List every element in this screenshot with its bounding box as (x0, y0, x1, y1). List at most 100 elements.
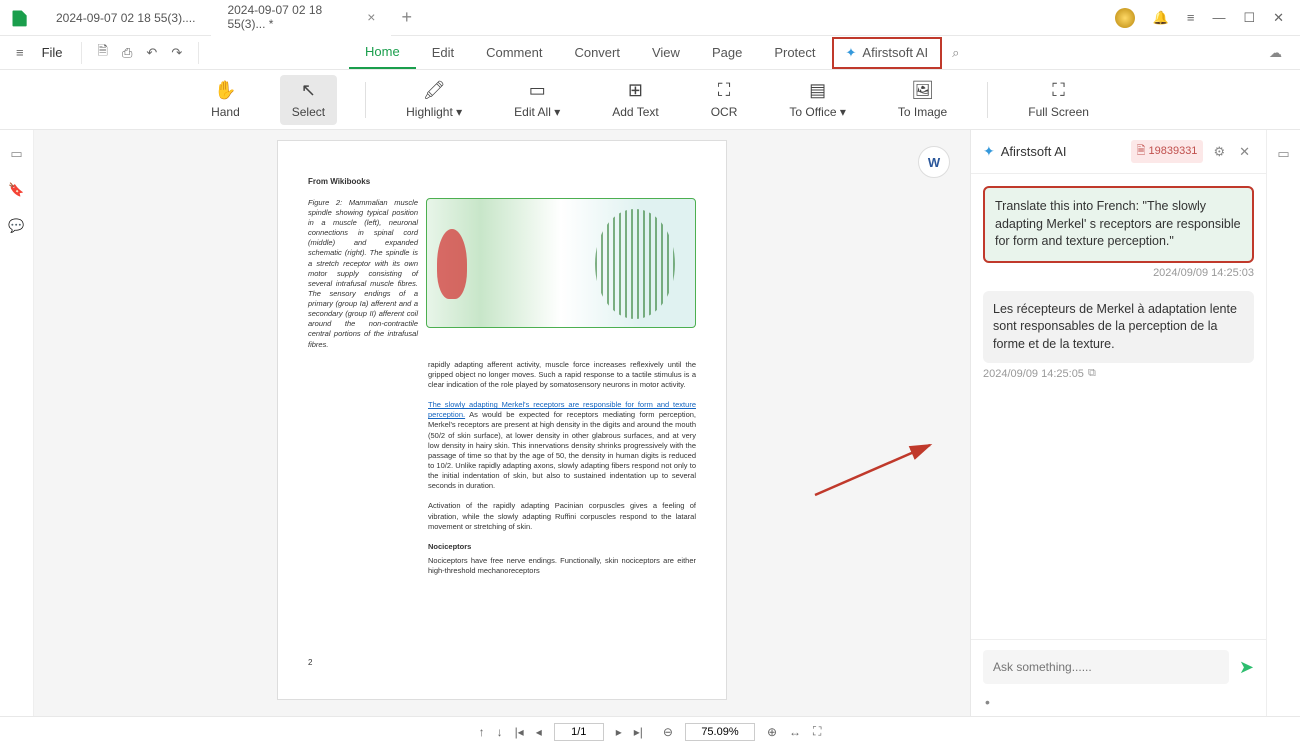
maximize-icon[interactable]: ☐ (1243, 10, 1255, 26)
figure-image (426, 198, 696, 328)
ai-messages: Translate this into French: "The slowly … (971, 174, 1266, 639)
close-panel-icon[interactable]: ✕ (1235, 144, 1254, 160)
divider (365, 82, 366, 118)
menu-edit[interactable]: Edit (416, 37, 470, 68)
sparkle-icon: ✦ (846, 45, 857, 61)
ai-panel-title: Afirstsoft AI (1001, 144, 1125, 159)
document-viewport[interactable]: From Wikibooks Figure 2: Mammalian muscl… (34, 130, 970, 716)
tool-to-office[interactable]: ▤To Office ▾ (777, 75, 858, 125)
redo-icon[interactable]: ↷ (171, 45, 182, 61)
hamburger-icon[interactable]: ≡ (1187, 10, 1195, 25)
next-page-icon[interactable]: ▸ (616, 725, 622, 739)
file-menu[interactable]: File (32, 45, 73, 60)
menu-page[interactable]: Page (696, 37, 758, 68)
cloud-icon[interactable]: ☁ (1269, 45, 1282, 61)
annotation-arrow (810, 440, 940, 500)
sparkle-icon: ✦ (983, 143, 995, 160)
tool-ocr[interactable]: ⛶OCR (699, 75, 750, 125)
thumbnail-icon[interactable]: ▭ (10, 146, 22, 162)
tab-1[interactable]: 2024-09-07 02 18 55(3).... (40, 3, 211, 33)
left-rail: ▭ 🔖 💬 (0, 130, 34, 716)
document-page: From Wikibooks Figure 2: Mammalian muscl… (277, 140, 727, 700)
text-icon: ⊞ (628, 81, 643, 101)
save-icon[interactable]: 🗎 (98, 42, 108, 64)
tab-2[interactable]: 2024-09-07 02 18 55(3)... * × (211, 0, 391, 41)
ai-balance-badge[interactable]: 🗎 19839331 (1131, 140, 1204, 163)
menu-hamburger-icon[interactable]: ≡ (8, 45, 32, 60)
scroll-down-icon[interactable]: ↓ (497, 725, 503, 739)
menu-comment[interactable]: Comment (470, 37, 558, 68)
edit-icon: ▭ (529, 81, 546, 101)
profile-icon[interactable] (1115, 8, 1135, 28)
zoom-out-icon[interactable]: ⊖ (663, 725, 673, 739)
right-rail: ▭ (1266, 130, 1300, 716)
menu-view[interactable]: View (636, 37, 696, 68)
scroll-up-icon[interactable]: ↑ (479, 725, 485, 739)
window-controls: 🔔 ≡ — ☐ ✕ (1115, 8, 1300, 28)
ai-input-row: ➤ (971, 639, 1266, 694)
print-icon[interactable]: ⎙ (122, 45, 132, 61)
app-logo (0, 0, 40, 36)
page-input[interactable] (554, 723, 604, 741)
close-icon[interactable]: ✕ (1273, 10, 1284, 26)
panel-toggle-icon[interactable]: ▭ (1277, 146, 1289, 162)
user-message: Translate this into French: "The slowly … (983, 186, 1254, 263)
menu-ai[interactable]: ✦ Afirstsoft AI (832, 37, 943, 69)
menu-convert[interactable]: Convert (558, 37, 636, 68)
bell-icon[interactable]: 🔔 (1153, 10, 1169, 26)
tool-hand[interactable]: ✋Hand (199, 75, 252, 125)
menubar: ≡ File 🗎 ⎙ ↶ ↷ Home Edit Comment Convert… (0, 36, 1300, 70)
comment-icon[interactable]: 💬 (8, 218, 24, 234)
assistant-message: Les récepteurs de Merkel à adaptation le… (983, 291, 1254, 364)
ai-panel: ✦ Afirstsoft AI 🗎 19839331 ⚙ ✕ Translate… (970, 130, 1266, 716)
zoom-in-icon[interactable]: ⊕ (767, 725, 777, 739)
toolbar: ✋Hand ↖Select 🖍Highlight ▾ ▭Edit All ▾ ⊞… (0, 70, 1300, 130)
first-page-icon[interactable]: |◂ (515, 725, 524, 739)
tool-highlight[interactable]: 🖍Highlight ▾ (394, 75, 474, 125)
search-icon[interactable]: ⌕ (942, 45, 969, 61)
minimize-icon[interactable]: — (1212, 10, 1225, 25)
send-icon[interactable]: ➤ (1229, 657, 1254, 678)
fit-width-icon[interactable]: ↔ (789, 725, 801, 739)
tool-edit-all[interactable]: ▭Edit All ▾ (502, 75, 572, 125)
copy-icon[interactable]: ⧉ (1088, 367, 1096, 380)
page-heading: From Wikibooks (308, 177, 696, 188)
highlighter-icon: 🖍 (423, 81, 446, 101)
tool-add-text[interactable]: ⊞Add Text (600, 75, 670, 125)
subheading: Nociceptors (428, 542, 696, 552)
document-tabs: 2024-09-07 02 18 55(3).... 2024-09-07 02… (40, 0, 1115, 41)
export-word-button[interactable]: W (918, 146, 950, 178)
tool-to-image[interactable]: 🖼To Image (886, 75, 959, 125)
bookmark-icon[interactable]: 🔖 (8, 182, 24, 198)
tab-1-label: 2024-09-07 02 18 55(3).... (56, 11, 195, 25)
tab-2-label: 2024-09-07 02 18 55(3)... * (227, 3, 359, 31)
zoom-nav: ⊖ ⊕ ↔ ⛶ (663, 723, 822, 741)
ocr-icon: ⛶ (718, 81, 731, 101)
zoom-input[interactable] (685, 723, 755, 741)
ai-footer-more[interactable]: • (971, 694, 1266, 716)
page-number: 2 (308, 658, 312, 669)
undo-icon[interactable]: ↶ (146, 45, 157, 61)
page-nav: ↑ ↓ |◂ ◂ ▸ ▸| (479, 723, 643, 741)
cursor-icon: ↖ (301, 81, 316, 101)
fit-page-icon[interactable]: ⛶ (813, 724, 821, 739)
last-page-icon[interactable]: ▸| (634, 725, 643, 739)
prev-page-icon[interactable]: ◂ (536, 725, 542, 739)
fullscreen-icon: ⛶ (1052, 81, 1065, 101)
quick-actions: 🗎 ⎙ ↶ ↷ (81, 42, 200, 64)
menu-protect[interactable]: Protect (758, 37, 831, 68)
assistant-message-time: 2024/09/09 14:25:05 ⧉ (983, 367, 1254, 380)
tool-select[interactable]: ↖Select (280, 75, 337, 125)
menu-home[interactable]: Home (349, 36, 416, 69)
figure-caption: Figure 2: Mammalian muscle spindle showi… (308, 198, 418, 350)
menubar-right: ☁ (1269, 45, 1292, 61)
ai-input[interactable] (983, 650, 1229, 684)
tool-full-screen[interactable]: ⛶Full Screen (1016, 75, 1101, 125)
tab-add-icon[interactable]: + (391, 7, 422, 28)
statusbar: ↑ ↓ |◂ ◂ ▸ ▸| ⊖ ⊕ ↔ ⛶ (0, 716, 1300, 746)
gear-icon[interactable]: ⚙ (1209, 144, 1229, 160)
hand-icon: ✋ (214, 81, 236, 101)
main-area: ▭ 🔖 💬 From Wikibooks Figure 2: Mammalian… (0, 130, 1300, 716)
user-message-time: 2024/09/09 14:25:03 (983, 267, 1254, 279)
tab-close-icon[interactable]: × (367, 9, 375, 25)
